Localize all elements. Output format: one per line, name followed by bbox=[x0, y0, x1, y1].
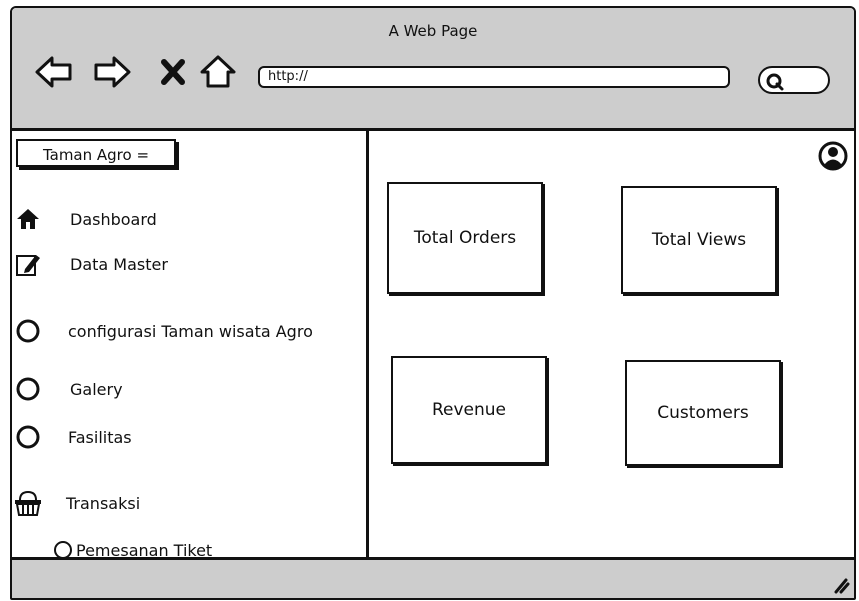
home-icon bbox=[14, 205, 42, 233]
search-icon bbox=[766, 73, 784, 91]
sidebar-item-data-master[interactable]: Data Master bbox=[14, 250, 168, 278]
sidebar-item-fasilitas[interactable]: Fasilitas bbox=[14, 423, 132, 451]
circle-icon bbox=[14, 375, 42, 403]
search-input[interactable] bbox=[758, 66, 830, 94]
card-label: Total Orders bbox=[413, 228, 517, 248]
sidebar-item-label: Galery bbox=[70, 379, 123, 399]
resize-grip-icon[interactable] bbox=[830, 574, 850, 594]
window-title: A Web Page bbox=[388, 22, 478, 40]
total-orders-card[interactable]: Total Orders bbox=[387, 182, 543, 294]
status-bar bbox=[12, 557, 854, 598]
home-icon[interactable] bbox=[198, 52, 238, 92]
stop-icon[interactable] bbox=[156, 52, 196, 92]
sidebar-item-label: Dashboard bbox=[70, 209, 157, 229]
customers-card[interactable]: Customers bbox=[625, 360, 781, 466]
browser-toolbar: A Web Page http:// bbox=[12, 8, 854, 131]
sidebar-item-galery[interactable]: Galery bbox=[14, 375, 123, 403]
forward-arrow-icon[interactable] bbox=[92, 52, 132, 92]
sidebar-item-label: Transaksi bbox=[66, 493, 141, 513]
edit-icon bbox=[14, 250, 42, 278]
circle-icon bbox=[14, 317, 42, 345]
sidebar-item-configurasi[interactable]: configurasi Taman wisata Agro bbox=[14, 317, 313, 345]
card-label: Total Views bbox=[651, 230, 747, 250]
sidebar: Taman Agro = Dashboard Data Master confi… bbox=[12, 131, 369, 562]
sidebar-item-transaksi[interactable]: Transaksi bbox=[14, 489, 140, 517]
card-label: Customers bbox=[657, 403, 749, 423]
user-avatar-icon[interactable] bbox=[818, 141, 848, 171]
total-views-card[interactable]: Total Views bbox=[621, 186, 777, 294]
sidebar-item-label: configurasi Taman wisata Agro bbox=[68, 321, 313, 341]
browser-window: A Web Page http:// Taman Agro = Dashboar… bbox=[10, 6, 856, 600]
card-label: Revenue bbox=[431, 400, 507, 420]
basket-icon bbox=[14, 489, 42, 517]
sidebar-item-label: Fasilitas bbox=[68, 427, 132, 447]
circle-icon bbox=[14, 423, 42, 451]
dashboard-content: Total Orders Total Views Revenue Custome… bbox=[369, 131, 854, 562]
brand-menu-button[interactable]: Taman Agro = bbox=[16, 139, 176, 167]
revenue-card[interactable]: Revenue bbox=[391, 356, 547, 464]
back-arrow-icon[interactable] bbox=[34, 52, 74, 92]
url-input[interactable]: http:// bbox=[258, 66, 730, 88]
sidebar-item-dashboard[interactable]: Dashboard bbox=[14, 205, 157, 233]
sidebar-item-label: Data Master bbox=[70, 254, 168, 274]
